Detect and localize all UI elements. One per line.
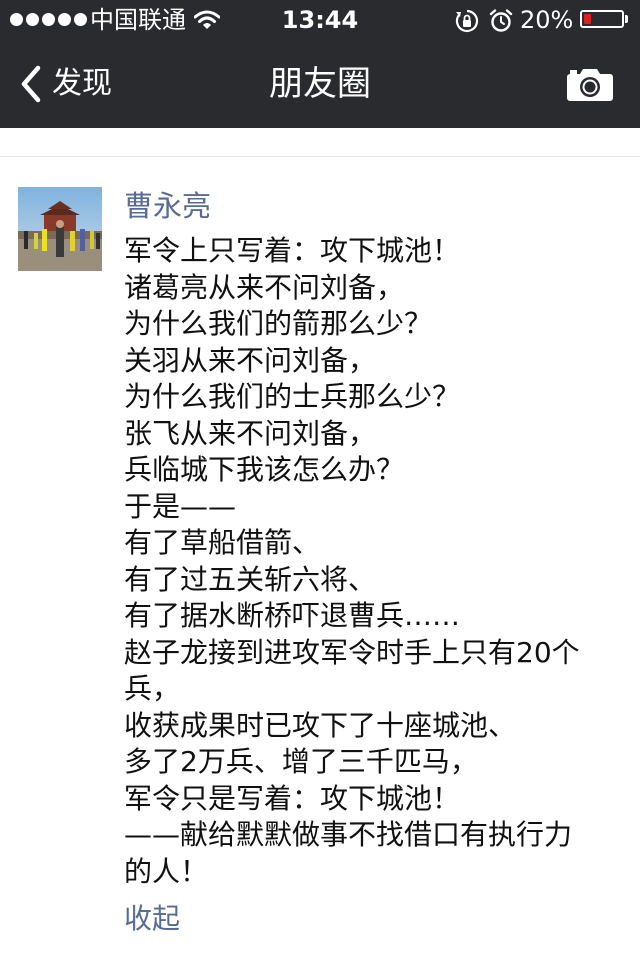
post-text: 军令上只写着：攻下城池！ 诸葛亮从来不问刘备， 为什么我们的箭那么少？ 关羽从来不问刘… xyxy=(124,233,624,890)
top-divider xyxy=(0,156,640,157)
rotation-lock-icon xyxy=(455,9,479,33)
post-text-line: 多了2万兵、增了三千匹马， xyxy=(124,745,478,778)
post-text-line: 为什么我们的士兵那么少？ xyxy=(124,380,461,413)
post-text-line: 有了据水断桥吓退曹兵…… xyxy=(124,599,461,632)
battery-icon xyxy=(580,10,624,28)
page-title: 朋友圈 xyxy=(269,64,371,104)
moments-screen: 中国联通 13:44 20% 发现 朋友圈 曹永亮 军令上只写着：攻下城池！ 诸… xyxy=(0,0,640,960)
navigation-bar: 发现 朋友圈 xyxy=(0,40,640,128)
post-text-line: 有了过五关斩六将、 xyxy=(124,562,377,596)
post-text-line: 兵， xyxy=(124,672,181,705)
camera-icon[interactable] xyxy=(566,66,614,102)
post-text-line: 的人！ xyxy=(124,854,209,888)
post-text-line: 于是—— xyxy=(124,489,237,523)
post-text-line: 兵临城下我该怎么办？ xyxy=(124,453,405,486)
battery-level-fill xyxy=(584,14,591,24)
collapse-link[interactable]: 收起 xyxy=(124,899,180,939)
post-text-line: 张飞从来不问刘备， xyxy=(124,416,377,450)
post-text-line: 军令只是写着：攻下城池！ xyxy=(124,781,461,815)
post-text-line: 军令上只写着：攻下城池！ xyxy=(124,234,461,267)
post-text-line: ——献给默默做事不找借口有执行力 xyxy=(124,818,573,851)
post-text-line: 有了草船借箭、 xyxy=(124,526,321,559)
alarm-icon xyxy=(489,9,513,32)
post-text-line: 收获成果时已攻下了十座城池、 xyxy=(124,708,517,742)
post-author-name[interactable]: 曹永亮 xyxy=(124,186,211,226)
avatar[interactable] xyxy=(18,187,102,271)
post-text-line: 关羽从来不问刘备， xyxy=(124,343,377,377)
battery-percent: 20% xyxy=(520,6,574,34)
post-text-line: 诸葛亮从来不问刘备， xyxy=(124,270,405,304)
post-text-line: 为什么我们的箭那么少？ xyxy=(124,307,433,340)
battery-nub xyxy=(625,15,628,23)
status-bar: 中国联通 13:44 20% xyxy=(0,0,640,40)
post-text-line: 赵子龙接到进攻军令时手上只有20个 xyxy=(124,635,580,669)
